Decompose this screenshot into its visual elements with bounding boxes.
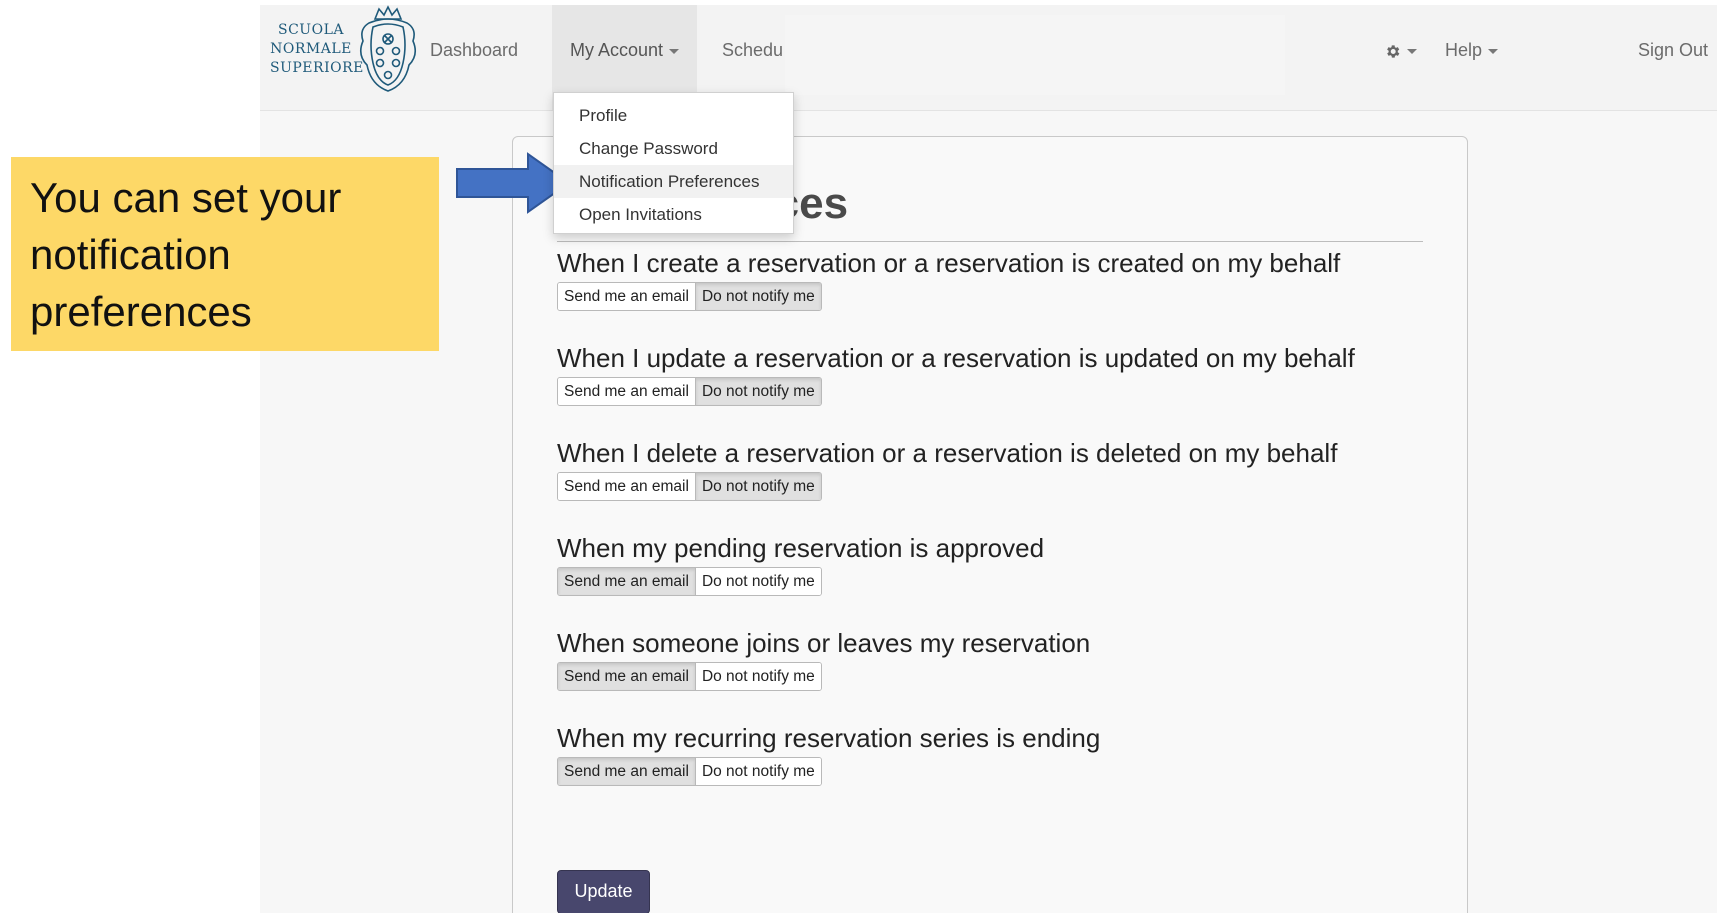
caret-down-icon — [669, 48, 680, 54]
nav-sign-out[interactable]: Sign Out — [1638, 5, 1708, 110]
menu-item-profile[interactable]: Profile — [554, 99, 793, 132]
callout-line: notification — [30, 231, 231, 278]
my-account-dropdown-menu: Profile Change Password Notification Pre… — [553, 92, 794, 234]
pref-reservation-approved: When my pending reservation is approved … — [557, 532, 1044, 596]
do-not-notify-option[interactable]: Do not notify me — [694, 758, 821, 785]
notify-toggle-group: Send me an email Do not notify me — [557, 377, 822, 406]
pref-reservation-updated: When I update a reservation or a reserva… — [557, 342, 1355, 406]
notify-toggle-group: Send me an email Do not notify me — [557, 282, 822, 311]
title-divider — [557, 241, 1423, 242]
callout-line: You can set your — [30, 174, 342, 221]
callout-line: preferences — [30, 288, 252, 335]
send-email-option[interactable]: Send me an email — [558, 568, 695, 595]
notify-toggle-group: Send me an email Do not notify me — [557, 757, 822, 786]
do-not-notify-option[interactable]: Do not notify me — [694, 283, 821, 310]
nav-help-label: Help — [1445, 40, 1483, 60]
do-not-notify-option[interactable]: Do not notify me — [694, 378, 821, 405]
navbar-blank-area — [785, 15, 1285, 95]
menu-item-notification-preferences[interactable]: Notification Preferences — [554, 165, 793, 198]
pref-reservation-deleted: When I delete a reservation or a reserva… — [557, 437, 1337, 501]
pref-series-ending: When my recurring reservation series is … — [557, 722, 1100, 786]
send-email-option[interactable]: Send me an email — [558, 663, 695, 690]
notification-preferences-panel: n Preferences When I create a reservatio… — [512, 136, 1468, 913]
do-not-notify-option[interactable]: Do not notify me — [694, 663, 821, 690]
caret-down-icon — [1488, 48, 1499, 54]
notify-toggle-group: Send me an email Do not notify me — [557, 662, 822, 691]
send-email-option[interactable]: Send me an email — [558, 758, 695, 785]
crest-icon — [359, 5, 417, 92]
institution-logo[interactable]: SCUOLA NORMALE SUPERIORE — [270, 5, 420, 105]
top-navbar: SCUOLA NORMALE SUPERIORE Dashboard My Ac… — [260, 5, 1717, 111]
send-email-option[interactable]: Send me an email — [558, 283, 695, 310]
pref-label: When I update a reservation or a reserva… — [557, 343, 1355, 373]
tutorial-callout: You can set your notification preference… — [11, 157, 439, 351]
pref-label: When someone joins or leaves my reservat… — [557, 628, 1091, 658]
gear-icon — [1387, 45, 1400, 58]
app-window: SCUOLA NORMALE SUPERIORE Dashboard My Ac… — [260, 5, 1717, 913]
notify-toggle-group: Send me an email Do not notify me — [557, 567, 822, 596]
logo-wordmark: SCUOLA NORMALE SUPERIORE — [270, 22, 364, 76]
nav-help[interactable]: Help — [1445, 5, 1499, 110]
notify-toggle-group: Send me an email Do not notify me — [557, 472, 822, 501]
send-email-option[interactable]: Send me an email — [558, 473, 695, 500]
do-not-notify-option[interactable]: Do not notify me — [694, 568, 821, 595]
nav-settings[interactable] — [1384, 5, 1417, 110]
pref-participant-change: When someone joins or leaves my reservat… — [557, 627, 1090, 691]
pref-label: When my pending reservation is approved — [557, 533, 1045, 563]
do-not-notify-option[interactable]: Do not notify me — [694, 473, 821, 500]
menu-item-open-invitations[interactable]: Open Invitations — [554, 198, 793, 231]
nav-dashboard[interactable]: Dashboard — [430, 5, 518, 110]
pref-label: When I delete a reservation or a reserva… — [557, 438, 1338, 468]
pref-label: When I create a reservation or a reserva… — [557, 248, 1341, 278]
send-email-option[interactable]: Send me an email — [558, 378, 695, 405]
menu-item-change-password[interactable]: Change Password — [554, 132, 793, 165]
update-button[interactable]: Update — [557, 870, 650, 913]
pref-label: When my recurring reservation series is … — [557, 723, 1101, 753]
pref-reservation-created: When I create a reservation or a reserva… — [557, 247, 1340, 311]
nav-my-account-label: My Account — [570, 40, 664, 60]
caret-down-icon — [1407, 48, 1417, 54]
